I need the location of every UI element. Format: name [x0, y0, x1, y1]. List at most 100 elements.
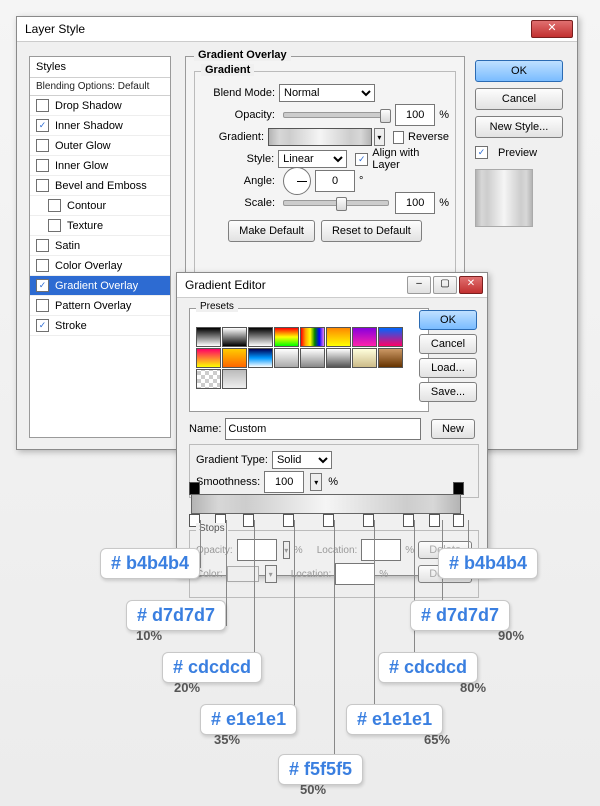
style-bevel-emboss[interactable]: Bevel and Emboss	[30, 176, 170, 196]
scale-input[interactable]	[395, 192, 435, 214]
color-stop[interactable]	[453, 514, 464, 527]
make-default-button[interactable]: Make Default	[228, 220, 315, 242]
gradient-editor-buttons: OK Cancel Load... Save...	[419, 310, 477, 402]
annotation-hex: # d7d7d7	[126, 600, 226, 631]
ge-load-button[interactable]: Load...	[419, 358, 477, 378]
checkbox-icon[interactable]	[36, 179, 49, 192]
checkbox-icon[interactable]	[36, 159, 49, 172]
gradient-type-select[interactable]: Solid	[272, 451, 332, 469]
gradient-type-label: Gradient Type:	[196, 454, 268, 466]
color-stop[interactable]	[403, 514, 414, 527]
close-button[interactable]: ✕	[531, 20, 573, 38]
new-button[interactable]: New	[431, 419, 475, 439]
style-inner-shadow[interactable]: ✓Inner Shadow	[30, 116, 170, 136]
dropdown-icon: ▾	[283, 541, 290, 559]
color-stop[interactable]	[243, 514, 254, 527]
smoothness-input[interactable]	[264, 471, 304, 493]
reverse-checkbox[interactable]	[393, 131, 404, 144]
annotation-hex: # cdcdcd	[162, 652, 262, 683]
style-select[interactable]: Linear	[278, 150, 347, 168]
style-texture[interactable]: Texture	[30, 216, 170, 236]
annotation-pct: 35%	[214, 732, 240, 747]
opacity-input[interactable]	[395, 104, 435, 126]
stop-location-input	[361, 539, 401, 561]
styles-list: Styles Blending Options: Default Drop Sh…	[29, 56, 171, 438]
annotation-pct: 90%	[498, 628, 524, 643]
style-satin[interactable]: Satin	[30, 236, 170, 256]
preview-checkbox[interactable]: ✓	[475, 146, 488, 159]
gradient-subtitle: Gradient	[201, 64, 254, 76]
maximize-button[interactable]: ▢	[433, 276, 457, 294]
gradient-overlay-panel: Gradient Overlay Gradient Blend Mode: No…	[185, 56, 465, 294]
pct-label: %	[439, 109, 449, 121]
checkbox-icon[interactable]	[36, 299, 49, 312]
checkbox-icon[interactable]	[36, 239, 49, 252]
stop-location-label: Location:	[291, 569, 332, 580]
style-inner-glow[interactable]: Inner Glow	[30, 156, 170, 176]
stop-opacity-label: Opacity:	[196, 545, 233, 556]
gradient-label: Gradient:	[201, 131, 264, 143]
close-button[interactable]: ✕	[459, 276, 483, 294]
styles-header[interactable]: Styles	[30, 57, 170, 78]
checkbox-icon[interactable]	[36, 139, 49, 152]
blending-options[interactable]: Blending Options: Default	[30, 78, 170, 96]
style-stroke[interactable]: ✓Stroke	[30, 316, 170, 336]
opacity-slider[interactable]	[283, 112, 389, 118]
gradient-swatch[interactable]	[268, 128, 372, 146]
gradient-editor-titlebar: Gradient Editor – ▢ ✕	[177, 273, 487, 298]
checkbox-icon[interactable]: ✓	[36, 119, 49, 132]
angle-dial[interactable]	[283, 167, 311, 195]
checkbox-icon[interactable]: ✓	[36, 319, 49, 332]
reset-default-button[interactable]: Reset to Default	[321, 220, 422, 242]
preview-label: Preview	[498, 147, 537, 159]
group-title: Gradient Overlay	[194, 49, 291, 61]
style-pattern-overlay[interactable]: Pattern Overlay	[30, 296, 170, 316]
name-input[interactable]	[225, 418, 421, 440]
checkbox-icon[interactable]	[36, 99, 49, 112]
annotation-hex: # cdcdcd	[378, 652, 478, 683]
annotation-line	[374, 520, 375, 728]
style-gradient-overlay[interactable]: ✓Gradient Overlay	[30, 276, 170, 296]
checkbox-icon[interactable]: ✓	[36, 279, 49, 292]
color-stop[interactable]	[283, 514, 294, 527]
angle-input[interactable]	[315, 170, 355, 192]
ok-button[interactable]: OK	[475, 60, 563, 82]
style-color-overlay[interactable]: Color Overlay	[30, 256, 170, 276]
annotation-hex: # e1e1e1	[200, 704, 297, 735]
new-style-button[interactable]: New Style...	[475, 116, 563, 138]
scale-label: Scale:	[201, 197, 275, 209]
preset-swatches[interactable]	[196, 327, 422, 389]
annotation-hex: # f5f5f5	[278, 754, 363, 785]
checkbox-icon[interactable]	[36, 259, 49, 272]
blend-mode-select[interactable]: Normal	[279, 84, 375, 102]
stop-loc2-input	[335, 563, 375, 585]
dropdown-icon: ▾	[265, 565, 277, 583]
ge-save-button[interactable]: Save...	[419, 382, 477, 402]
gradient-dropdown[interactable]: ▾	[374, 128, 385, 146]
style-drop-shadow[interactable]: Drop Shadow	[30, 96, 170, 116]
smoothness-dropdown[interactable]: ▾	[310, 473, 322, 491]
dialog-buttons: OK Cancel New Style... ✓ Preview	[475, 60, 563, 227]
pct-label: %	[328, 476, 338, 488]
gradient-bar[interactable]	[191, 494, 461, 514]
annotation-pct: 50%	[300, 782, 326, 797]
align-layer-checkbox[interactable]: ✓	[355, 153, 368, 166]
opacity-label: Opacity:	[201, 109, 275, 121]
style-outer-glow[interactable]: Outer Glow	[30, 136, 170, 156]
style-label: Style:	[201, 153, 274, 165]
stop-opacity-input	[237, 539, 277, 561]
style-contour[interactable]: Contour	[30, 196, 170, 216]
checkbox-icon[interactable]	[48, 199, 61, 212]
minimize-button[interactable]: –	[407, 276, 431, 294]
color-stop[interactable]	[363, 514, 374, 527]
ge-ok-button[interactable]: OK	[419, 310, 477, 330]
ge-cancel-button[interactable]: Cancel	[419, 334, 477, 354]
annotation-hex: # b4b4b4	[438, 548, 538, 579]
color-stop[interactable]	[323, 514, 334, 527]
cancel-button[interactable]: Cancel	[475, 88, 563, 110]
annotation-pct: 80%	[460, 680, 486, 695]
color-stop[interactable]	[429, 514, 440, 527]
scale-slider[interactable]	[283, 200, 389, 206]
checkbox-icon[interactable]	[48, 219, 61, 232]
deg-label: °	[359, 175, 363, 187]
